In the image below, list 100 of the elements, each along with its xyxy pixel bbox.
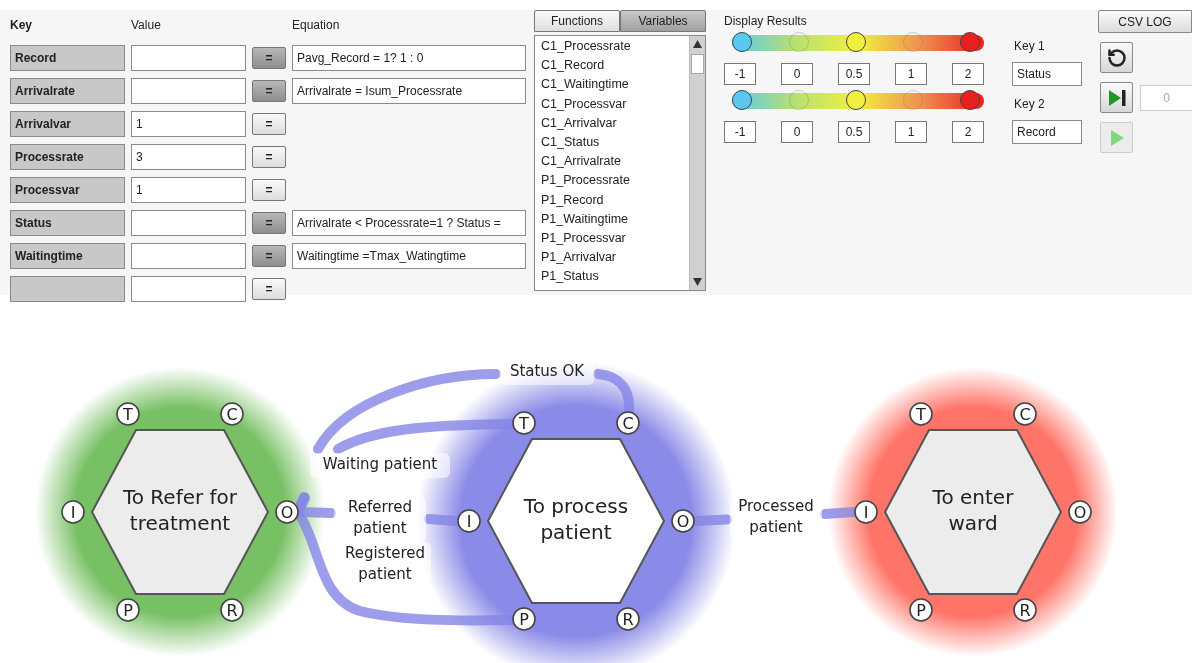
reset-button[interactable]	[1100, 42, 1133, 73]
scroll-up-icon[interactable]	[691, 38, 704, 50]
tab[interactable]: Functions	[534, 10, 620, 32]
port-marker[interactable]: T	[909, 402, 933, 426]
list-item[interactable]: C1_Processrate	[541, 37, 689, 57]
equation-field[interactable]: Arrivalrate = Isum_Processrate	[292, 78, 526, 104]
threshold-field[interactable]: 0.5	[838, 63, 870, 85]
threshold-field[interactable]: 0	[781, 63, 813, 85]
play-icon	[1108, 128, 1125, 147]
process-node[interactable]	[883, 429, 1063, 595]
evaluate-button[interactable]: =	[252, 179, 286, 201]
port-marker[interactable]: C	[1013, 402, 1037, 426]
step-button[interactable]	[1100, 82, 1133, 113]
column-header: Value	[131, 18, 162, 32]
port-marker[interactable]: I	[61, 500, 85, 524]
color-scale-slider[interactable]	[732, 32, 984, 54]
slider-thumb[interactable]	[960, 90, 980, 110]
node-title: To process patient	[523, 494, 629, 544]
port-marker[interactable]: O	[671, 509, 695, 533]
list-item[interactable]: C1_Arrivalvar	[541, 113, 689, 133]
list-item[interactable]: C1_Arrivalrate	[541, 152, 689, 172]
port-marker[interactable]: R	[616, 607, 640, 631]
slider-thumb[interactable]	[732, 90, 752, 110]
port-marker[interactable]: I	[457, 509, 481, 533]
list-item[interactable]: P1_Processvar	[541, 229, 689, 249]
port-marker[interactable]: P	[909, 598, 933, 622]
process-node[interactable]	[90, 429, 270, 595]
threshold-field[interactable]: 0	[781, 121, 813, 143]
port-marker[interactable]: T	[512, 411, 536, 435]
csv-log-button[interactable]: CSV LOG	[1098, 10, 1192, 33]
evaluate-button[interactable]: =	[252, 278, 286, 300]
threshold-field[interactable]: 2	[952, 121, 984, 143]
equation-field[interactable]: Arrivalrate < Processrate=1 ? Status =	[292, 210, 526, 236]
value-field[interactable]: 1	[131, 111, 246, 137]
slider-thumb[interactable]	[732, 32, 752, 52]
list-item[interactable]: P1_Arrivalvar	[541, 248, 689, 268]
list-item[interactable]: C1_Processvar	[541, 94, 689, 114]
threshold-field[interactable]: -1	[724, 121, 756, 143]
column-header: Equation	[292, 18, 341, 32]
port-marker[interactable]: I	[854, 500, 878, 524]
threshold-field[interactable]: 2	[952, 63, 984, 85]
value-field[interactable]	[131, 78, 246, 104]
key-field[interactable]: Status	[1012, 62, 1082, 86]
evaluate-button[interactable]: =	[252, 245, 286, 267]
port-marker[interactable]: O	[275, 500, 299, 524]
value-field[interactable]: 3	[131, 144, 246, 170]
value-field[interactable]	[131, 210, 246, 236]
connection-label: Referred patient	[334, 496, 426, 542]
evaluate-button[interactable]: =	[252, 80, 286, 102]
evaluate-button[interactable]: =	[252, 212, 286, 234]
list-item[interactable]: C1_Status	[541, 133, 689, 153]
key-label: Status	[10, 210, 125, 236]
key-label: Record	[10, 45, 125, 71]
port-marker[interactable]: P	[116, 598, 140, 622]
value-field[interactable]	[131, 243, 246, 269]
port-marker[interactable]: C	[616, 411, 640, 435]
connection-line[interactable]	[295, 511, 516, 626]
scroll-down-icon[interactable]	[691, 276, 704, 288]
scroll-thumb[interactable]	[691, 54, 704, 74]
list-item[interactable]: C1_Waitingtime	[541, 75, 689, 95]
value-field[interactable]	[131, 276, 246, 302]
process-node[interactable]	[486, 438, 666, 604]
port-marker[interactable]: R	[1013, 598, 1037, 622]
color-scale-slider[interactable]	[732, 90, 984, 112]
threshold-field[interactable]: 0.5	[838, 121, 870, 143]
threshold-field[interactable]: -1	[724, 63, 756, 85]
tab[interactable]: Variables	[620, 10, 706, 32]
key-label: Key 1	[1014, 39, 1046, 53]
slider-thumb[interactable]	[846, 32, 866, 52]
value-field[interactable]	[131, 45, 246, 71]
port-marker[interactable]: P	[512, 607, 536, 631]
column-header: Key	[10, 18, 33, 32]
scrollbar[interactable]	[689, 36, 705, 290]
port-marker[interactable]: C	[220, 402, 244, 426]
slider-thumb[interactable]	[960, 32, 980, 52]
equation-field[interactable]: Pavg_Record = 1? 1 : 0	[292, 45, 526, 71]
step-forward-icon	[1106, 87, 1127, 108]
evaluate-button[interactable]: =	[252, 146, 286, 168]
key-label: Waitingtime	[10, 243, 125, 269]
key-label: Processrate	[10, 144, 125, 170]
list-item[interactable]: P1_Status	[541, 267, 689, 287]
equation-field[interactable]: Waitingtime =Tmax_Watingtime	[292, 243, 526, 269]
port-marker[interactable]: O	[1068, 500, 1092, 524]
list-item[interactable]: P1_Record	[541, 190, 689, 210]
connection-label: Waiting patient	[310, 453, 450, 478]
evaluate-button[interactable]: =	[252, 47, 286, 69]
list-item[interactable]: P1_Waitingtime	[541, 209, 689, 230]
list-item[interactable]: C1_Record	[541, 56, 689, 76]
threshold-field[interactable]: 1	[895, 63, 927, 85]
port-marker[interactable]: R	[220, 598, 244, 622]
slider-thumb[interactable]	[846, 90, 866, 110]
key-label: Arrivalrate	[10, 78, 125, 104]
node-title: To enter ward	[932, 485, 1014, 535]
key-label: Arrivalvar	[10, 111, 125, 137]
evaluate-button[interactable]: =	[252, 113, 286, 135]
port-marker[interactable]: T	[116, 402, 140, 426]
list-item[interactable]: P1_Processrate	[541, 171, 689, 191]
value-field[interactable]: 1	[131, 177, 246, 203]
threshold-field[interactable]: 1	[895, 121, 927, 143]
key-field[interactable]: Record	[1012, 120, 1082, 144]
